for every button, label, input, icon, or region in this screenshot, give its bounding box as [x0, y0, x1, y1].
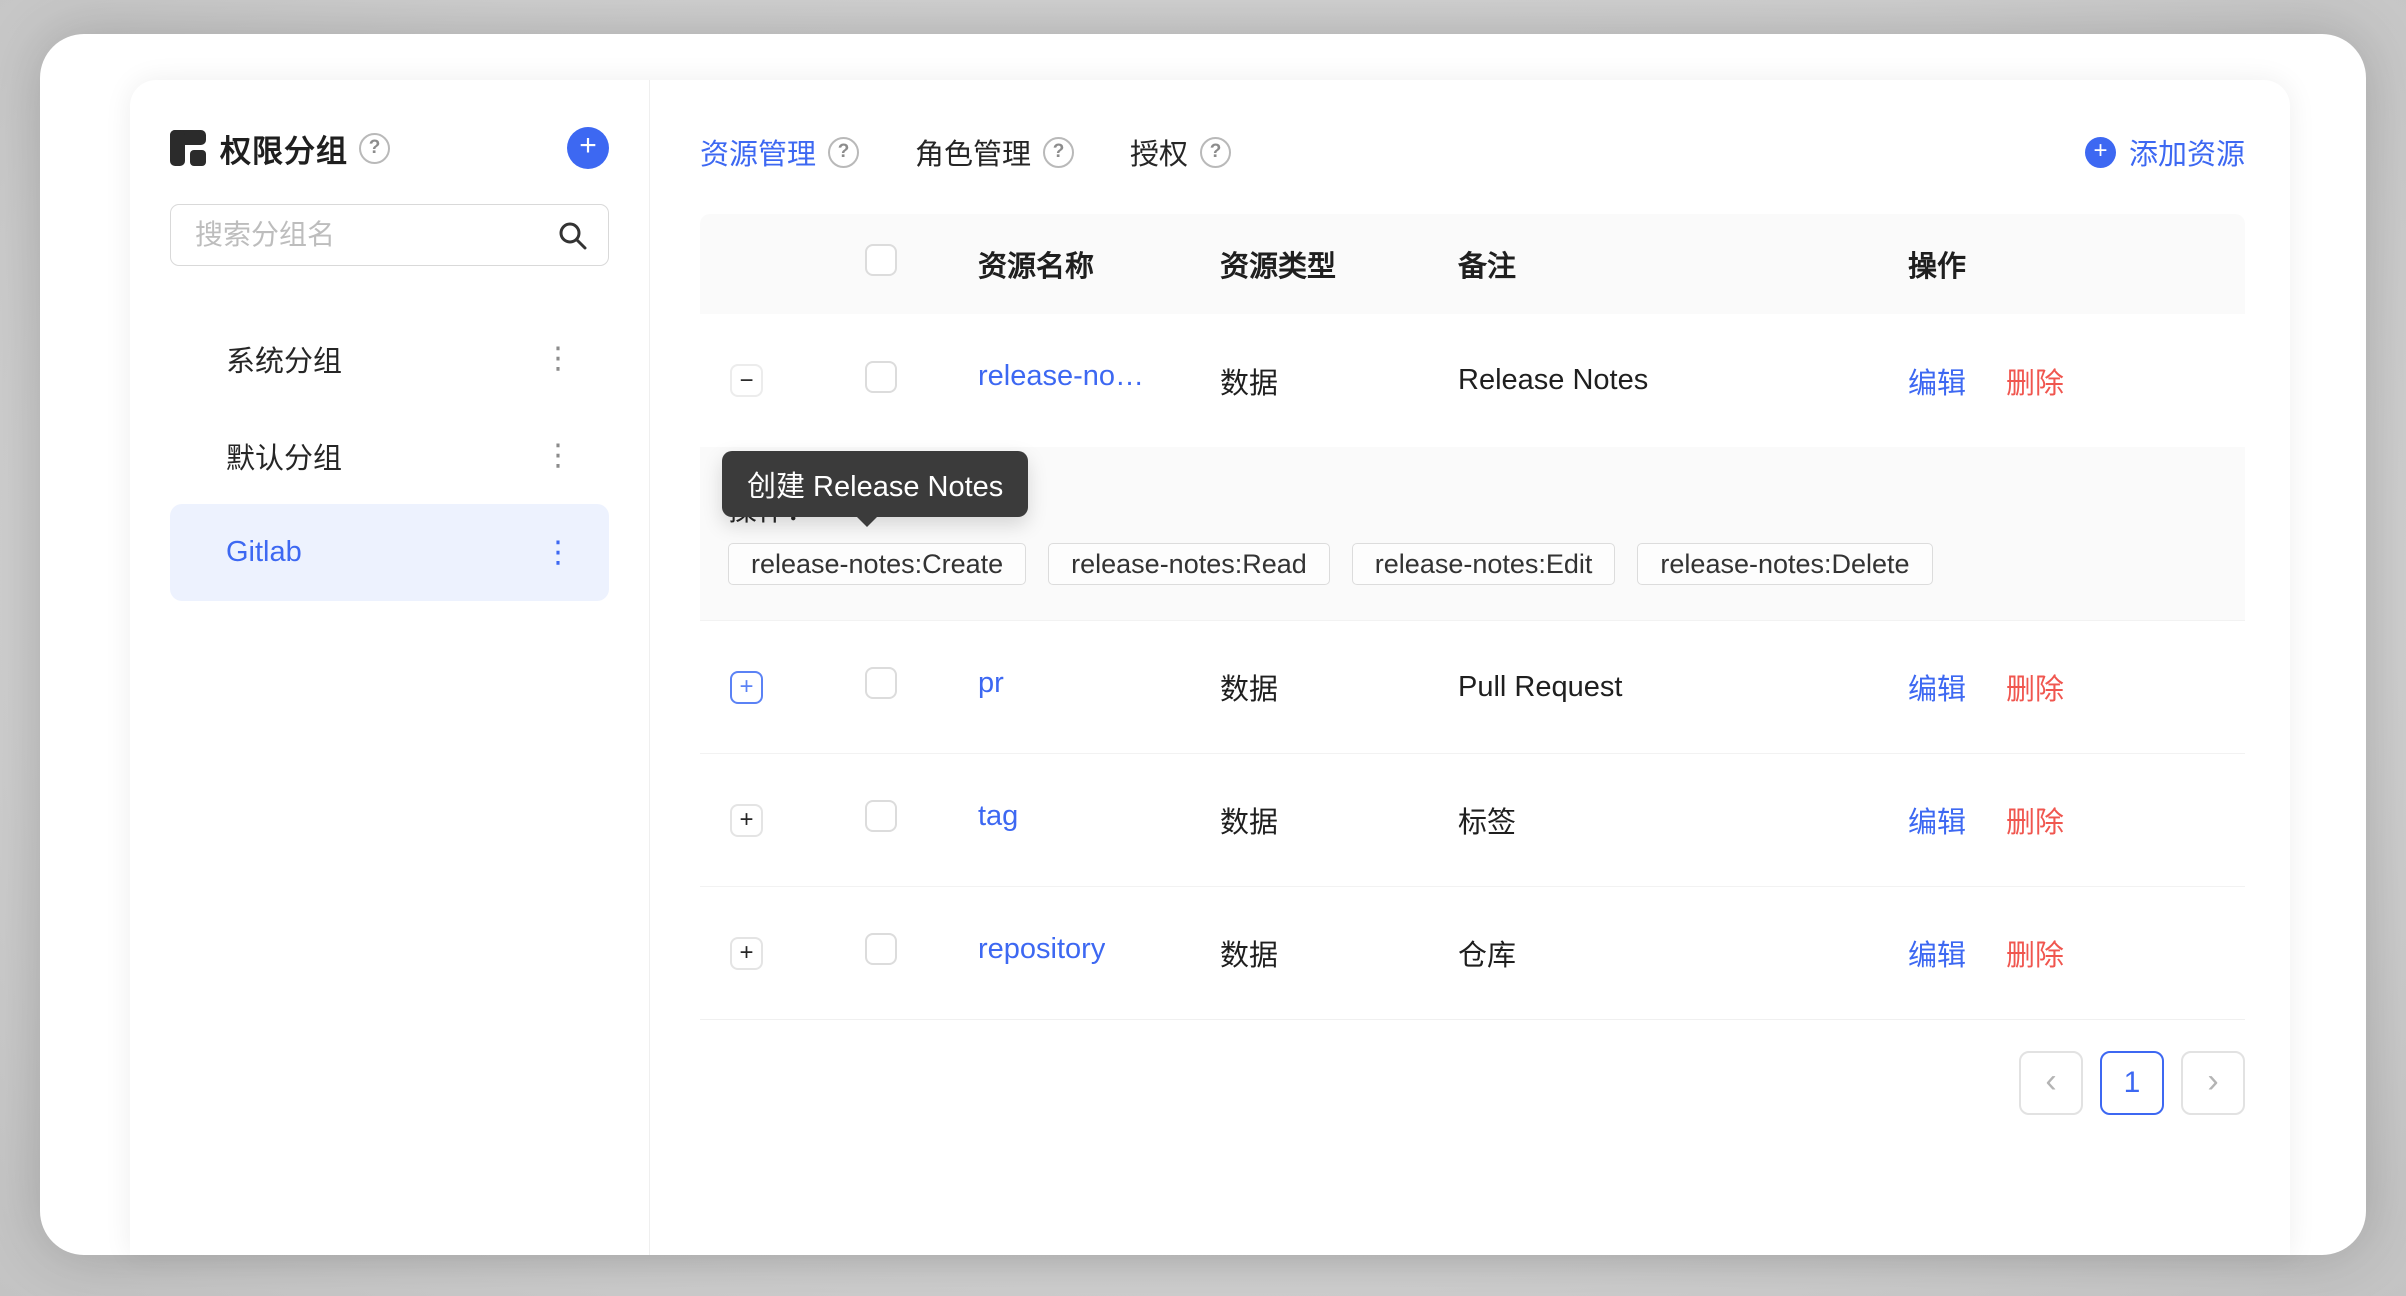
row-checkbox[interactable]	[865, 667, 897, 699]
resource-name-link[interactable]: repository	[978, 933, 1105, 966]
tab-resource-management[interactable]: 资源管理 ?	[700, 131, 860, 173]
table-row: − release-no… 数据 Release Notes 编辑 删除	[700, 314, 2245, 447]
row-checkbox[interactable]	[865, 933, 897, 965]
tooltip-text: 创建 Release Notes	[747, 471, 1004, 503]
expand-row-button[interactable]: +	[730, 670, 763, 704]
resource-remark: Pull Request	[1458, 670, 1623, 703]
permission-tag[interactable]: release-notes:Edit	[1351, 543, 1616, 585]
kebab-menu-icon[interactable]: ⋮	[537, 437, 579, 475]
expanded-permissions-panel: 操作： release-notes:Create release-notes:R…	[700, 447, 2245, 621]
logo-icon	[170, 130, 206, 166]
sidebar: 权限分组 ? + 系统分组 ⋮ 默认分组 ⋮	[130, 80, 650, 1255]
expand-row-button[interactable]: +	[730, 936, 763, 970]
resource-type: 数据	[1220, 940, 1279, 972]
edit-link[interactable]: 编辑	[1908, 666, 1966, 708]
table-row: + pr 数据 Pull Request 编辑 删除	[700, 621, 2245, 754]
page-title: 权限分组	[220, 133, 348, 169]
group-label: 系统分组	[226, 345, 343, 378]
expand-row-button[interactable]: +	[730, 803, 763, 837]
help-icon[interactable]: ?	[1043, 136, 1075, 168]
permission-tag[interactable]: release-notes:Read	[1048, 543, 1330, 585]
delete-link[interactable]: 删除	[2006, 360, 2064, 402]
row-checkbox[interactable]	[865, 360, 897, 393]
select-all-checkbox[interactable]	[865, 244, 897, 276]
sidebar-header: 权限分组 ? +	[170, 126, 609, 170]
help-icon[interactable]: ?	[359, 132, 390, 164]
main-content: 资源管理 ? 角色管理 ? 授权 ? + 添加资源 资源名称 资源类型 备注 操…	[650, 80, 2290, 1255]
add-resource-button[interactable]: + 添加资源	[2084, 131, 2245, 173]
tooltip-arrow-icon	[856, 516, 878, 527]
tab-label: 授权	[1130, 139, 1189, 171]
resource-type: 数据	[1220, 674, 1279, 706]
row-checkbox[interactable]	[865, 800, 897, 832]
search-input[interactable]	[170, 204, 609, 266]
group-list: 系统分组 ⋮ 默认分组 ⋮ Gitlab ⋮	[170, 310, 609, 601]
delete-link[interactable]: 删除	[2006, 799, 2064, 841]
resource-name-link[interactable]: tag	[978, 800, 1018, 833]
app-card: 权限分组 ? + 系统分组 ⋮ 默认分组 ⋮	[130, 80, 2290, 1255]
group-label: 默认分组	[226, 442, 343, 475]
tab-role-management[interactable]: 角色管理 ?	[915, 131, 1075, 173]
table-header: 资源名称 资源类型 备注 操作	[700, 214, 2245, 314]
collapse-row-button[interactable]: −	[730, 364, 763, 397]
resource-type: 数据	[1220, 807, 1279, 839]
pagination-next-button[interactable]: ›	[2181, 1051, 2245, 1115]
resource-table: 资源名称 资源类型 备注 操作 − release-no… 数据 Release…	[700, 214, 2245, 1020]
header-resource-name: 资源名称	[978, 251, 1095, 283]
header-resource-type: 资源类型	[1220, 251, 1337, 283]
sidebar-item-system-group[interactable]: 系统分组 ⋮	[170, 310, 609, 407]
table-row: + tag 数据 标签 编辑 删除	[700, 754, 2245, 887]
plus-icon: +	[2084, 136, 2116, 168]
pagination-page-1[interactable]: 1	[2100, 1051, 2164, 1115]
search-icon[interactable]	[557, 220, 587, 250]
tab-authorization[interactable]: 授权 ?	[1130, 131, 1232, 173]
add-resource-label: 添加资源	[2128, 139, 2245, 171]
pagination: ‹ 1 ›	[700, 1051, 2245, 1115]
resource-name-link[interactable]: pr	[978, 667, 1004, 700]
sidebar-item-gitlab[interactable]: Gitlab ⋮	[170, 504, 609, 601]
search-box	[170, 204, 609, 266]
permission-tag[interactable]: release-notes:Create	[728, 543, 1027, 585]
help-icon[interactable]: ?	[828, 136, 860, 168]
table-row: + repository 数据 仓库 编辑 删除	[700, 887, 2245, 1020]
permission-tags: release-notes:Create release-notes:Read …	[728, 543, 2217, 585]
permission-tag[interactable]: release-notes:Delete	[1637, 543, 1933, 585]
add-group-button[interactable]: +	[567, 127, 609, 169]
header-actions: 操作	[1908, 251, 1967, 283]
tooltip: 创建 Release Notes	[722, 451, 1029, 527]
sidebar-item-default-group[interactable]: 默认分组 ⋮	[170, 407, 609, 504]
delete-link[interactable]: 删除	[2006, 666, 2064, 708]
resource-remark: 标签	[1458, 807, 1517, 839]
group-label: Gitlab	[226, 536, 302, 568]
topbar: 资源管理 ? 角色管理 ? 授权 ? + 添加资源	[700, 130, 2245, 174]
tabs: 资源管理 ? 角色管理 ? 授权 ?	[700, 131, 1232, 173]
delete-link[interactable]: 删除	[2006, 932, 2064, 974]
kebab-menu-icon[interactable]: ⋮	[537, 340, 579, 378]
edit-link[interactable]: 编辑	[1908, 360, 1966, 402]
header-remark: 备注	[1458, 251, 1517, 283]
edit-link[interactable]: 编辑	[1908, 799, 1966, 841]
pagination-prev-button[interactable]: ‹	[2019, 1051, 2083, 1115]
resource-remark: 仓库	[1458, 940, 1517, 972]
resource-name-link[interactable]: release-no…	[978, 360, 1144, 393]
edit-link[interactable]: 编辑	[1908, 932, 1966, 974]
window-panel: 权限分组 ? + 系统分组 ⋮ 默认分组 ⋮	[40, 34, 2366, 1255]
resource-type: 数据	[1220, 367, 1279, 400]
kebab-menu-icon[interactable]: ⋮	[537, 534, 579, 572]
tab-label: 资源管理	[700, 139, 817, 171]
resource-remark: Release Notes	[1458, 364, 1649, 396]
tab-label: 角色管理	[915, 139, 1032, 171]
help-icon[interactable]: ?	[1200, 136, 1232, 168]
